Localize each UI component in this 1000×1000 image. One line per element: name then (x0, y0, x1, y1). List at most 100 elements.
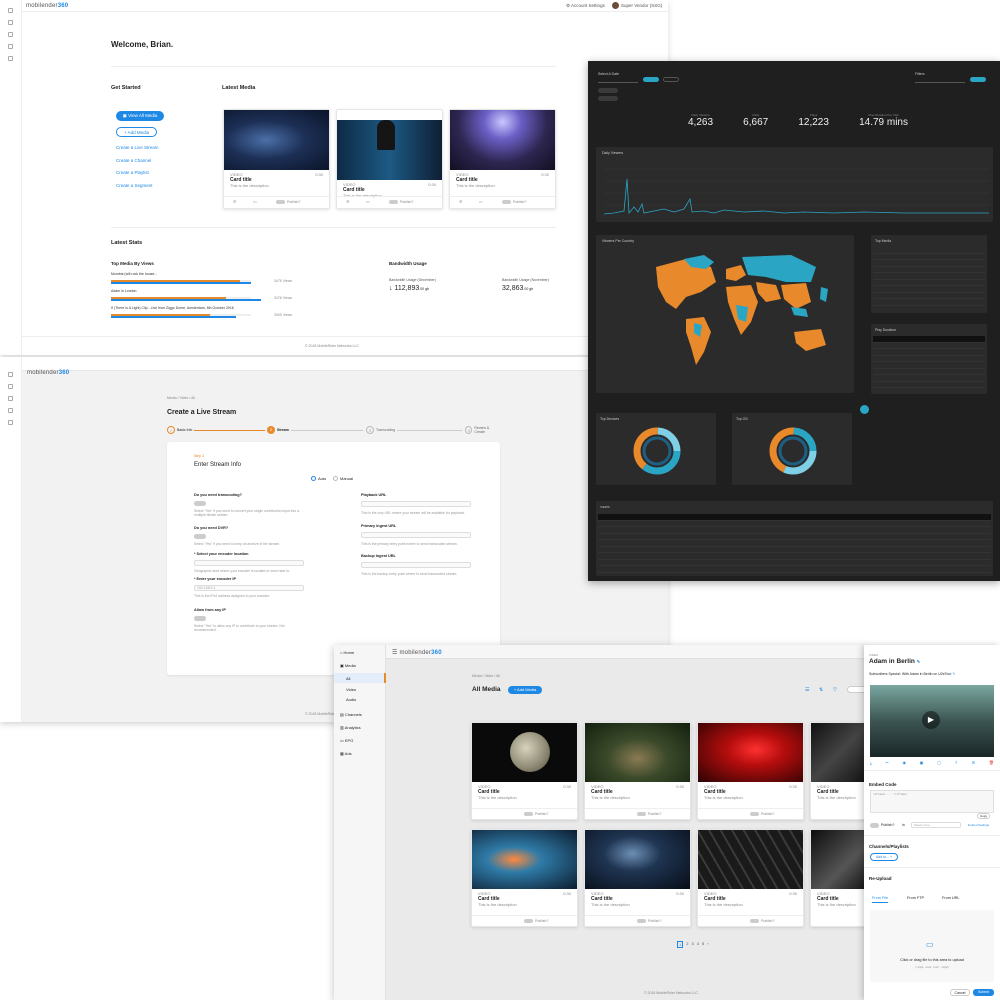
publish-toggle[interactable] (524, 812, 533, 816)
dvr-toggle[interactable] (194, 534, 206, 539)
publish-toggle[interactable] (524, 919, 533, 923)
nav-media[interactable]: ▣ Media (340, 663, 356, 668)
page-4[interactable]: 4 (697, 941, 699, 948)
media-card[interactable]: VIDEO 0:30 Card title This is the descri… (471, 722, 578, 820)
page-5[interactable]: 5 (702, 941, 704, 948)
media-card[interactable]: VIDEO 0:30 Card title This is the descri… (697, 722, 804, 820)
media-card[interactable]: VIDEO 0:30 Card title This is the descri… (584, 829, 691, 927)
media-card[interactable]: VIDEO 0:30 Card title This is the descri… (223, 109, 330, 209)
publish-toggle[interactable] (389, 200, 398, 204)
home-icon[interactable] (8, 372, 13, 377)
next-page-icon[interactable]: › (707, 941, 708, 948)
image-icon[interactable]: ▣ (920, 760, 924, 765)
list-item[interactable]: If (There Is A Light) Clip - Live from Z… (111, 306, 296, 323)
media-card[interactable]: VIDEO Card title This is the description (810, 722, 864, 820)
ads-icon[interactable] (8, 56, 13, 61)
step-transcoding[interactable]: 3 Transcoding (364, 426, 398, 434)
zone-select[interactable]: Select zone (911, 822, 961, 828)
user-menu[interactable]: Super Vendor (SSG) (612, 2, 662, 9)
last-week-chip[interactable] (598, 88, 618, 93)
page-2[interactable]: 2 (686, 941, 688, 948)
embed-code-box[interactable]: <iframe> ... </iframe> (870, 790, 994, 813)
media-card[interactable]: VIDEO Card title This is the description (810, 829, 864, 927)
list-item[interactable]: Adam in London 3476 Views (111, 289, 296, 306)
settings-icon[interactable]: ⚙ (346, 199, 350, 204)
lock-icon[interactable]: ▢ (937, 760, 941, 765)
settings-icon[interactable]: ⚙ (459, 199, 463, 204)
edit-icon[interactable]: ✎ (952, 672, 955, 676)
publish-toggle[interactable] (502, 200, 511, 204)
filter-input[interactable] (915, 78, 965, 83)
nav-channels[interactable]: ▤ Channels (340, 712, 362, 717)
nav-epg[interactable]: ▭ EPG (340, 738, 353, 743)
download-icon[interactable]: ⤓ (870, 760, 872, 765)
publish-toggle[interactable] (637, 812, 646, 816)
breadcrumb[interactable]: Media / Video / All (167, 396, 195, 400)
nav-home[interactable]: ⌂ Home (340, 650, 354, 655)
upload-dropzone[interactable]: ▭ Click or drag file to this area to upl… (870, 910, 994, 982)
copy-button[interactable]: Copy (977, 813, 991, 819)
nav-ads[interactable]: ▦ Ads (340, 751, 352, 756)
location-icon[interactable]: ◉ (902, 760, 906, 765)
last-month-chip[interactable] (598, 96, 618, 101)
submit-button[interactable]: Submit (973, 989, 994, 996)
media-icon[interactable] (8, 384, 13, 389)
share-icon[interactable]: ⇪ (955, 760, 958, 765)
list-view-icon[interactable]: ☰ (805, 687, 809, 693)
tab-from-url[interactable]: From URL (942, 896, 960, 900)
home-icon[interactable] (8, 8, 13, 13)
step-stream[interactable]: 2 Stream (265, 426, 291, 434)
ads-icon[interactable] (8, 420, 13, 425)
analytics-icon[interactable] (8, 32, 13, 37)
nav-video[interactable]: Video (346, 687, 356, 692)
account-settings-link[interactable]: ⚙ Account Settings (566, 3, 605, 9)
create-live-stream-link[interactable]: Create a Live Stream (116, 145, 159, 150)
page-3[interactable]: 3 (691, 941, 693, 948)
folder-icon[interactable]: ▭ (366, 199, 370, 204)
page-1[interactable]: 1 (677, 941, 684, 948)
filter-apply-button[interactable] (970, 77, 986, 82)
trash-icon[interactable]: 🗑 (989, 760, 994, 765)
settings-icon[interactable]: ⚙ (233, 199, 237, 204)
monitor-icon[interactable] (8, 44, 13, 49)
embed-settings-link[interactable]: Embed Settings (968, 823, 989, 827)
media-card[interactable]: VIDEO 0:30 Card title This is the descri… (697, 829, 804, 927)
add-media-button[interactable]: + Add Media (508, 686, 542, 694)
list-item[interactable]: Mumbai (will rock the house... 3476 View… (111, 272, 296, 289)
table-row[interactable] (873, 299, 985, 306)
encoder-ip-input[interactable]: 192.168.0.1 (194, 585, 304, 591)
table-row[interactable] (873, 382, 985, 388)
playback-url-field[interactable] (361, 501, 471, 507)
media-icon[interactable] (8, 20, 13, 25)
primary-ingest-field[interactable] (361, 532, 471, 538)
nav-audio[interactable]: Audio (346, 697, 356, 702)
monitor-icon[interactable] (8, 408, 13, 413)
step-review[interactable]: 4 Review & Create (463, 426, 500, 434)
breadcrumb[interactable]: Media / Video / All (472, 674, 500, 678)
scroll-top-button[interactable] (860, 405, 869, 414)
add-to-dropdown[interactable]: Add to... + (870, 853, 898, 861)
media-card[interactable]: VIDEO 0:30 Card title This is the descri… (471, 829, 578, 927)
search-input[interactable] (847, 686, 864, 693)
publish-toggle[interactable] (637, 919, 646, 923)
view-all-media-button[interactable]: ▣ View All Media (116, 111, 164, 121)
auto-radio[interactable]: Auto (311, 476, 326, 481)
folder-icon[interactable]: ▭ (479, 199, 483, 204)
scissors-icon[interactable]: ✂ (885, 760, 888, 765)
analytics-icon[interactable] (8, 396, 13, 401)
backup-ingest-field[interactable] (361, 562, 471, 568)
publish-toggle[interactable] (750, 812, 759, 816)
tab-from-ftp[interactable]: From FTP (907, 896, 924, 900)
nav-analytics[interactable]: ▥ Analytics (340, 725, 361, 730)
edit-icon[interactable]: ✎ (917, 659, 920, 664)
tab-from-file[interactable]: From File (872, 896, 889, 903)
media-card[interactable]: VIDEO 0:30 Card title This is the descri… (449, 109, 556, 209)
video-player[interactable]: ▶ (870, 685, 994, 757)
publish-toggle[interactable] (750, 919, 759, 923)
nav-all[interactable]: All (334, 673, 386, 683)
filter-icon[interactable]: ▽ (833, 687, 837, 693)
media-card[interactable]: VIDEO 0:30 Card title This is the descri… (336, 109, 443, 209)
sort-icon[interactable]: ⇅ (819, 687, 823, 693)
manual-radio[interactable]: Manual (333, 476, 353, 481)
play-icon[interactable]: ▶ (922, 711, 940, 729)
